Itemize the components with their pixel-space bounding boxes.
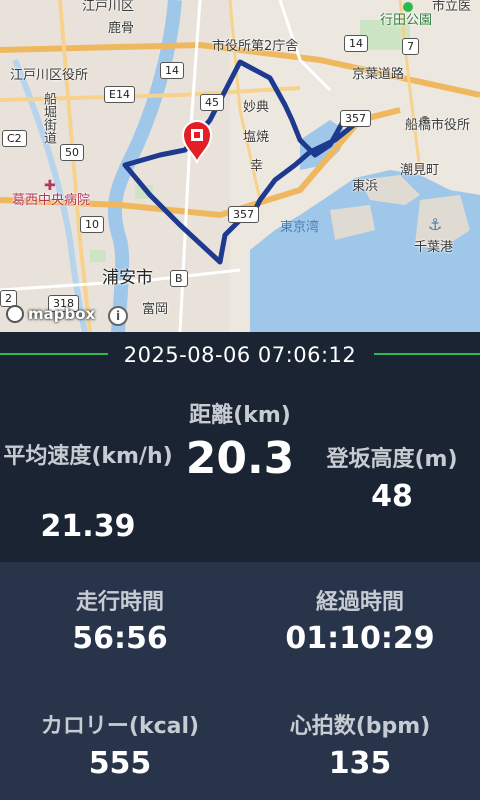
datetime-bar: 2025-08-06 07:06:12 — [0, 333, 480, 379]
distance-label: 距離(km) — [189, 403, 291, 428]
road-shield: 7 — [402, 38, 419, 55]
map-label: 潮見町 — [400, 163, 440, 178]
map-label: 市役所第2庁舎 — [212, 39, 299, 54]
road-shield: E14 — [104, 86, 135, 103]
road-shield: C2 — [2, 130, 27, 147]
map-label: 京葉道路 — [352, 67, 405, 82]
workout-datetime: 2025-08-06 07:06:12 — [123, 343, 357, 367]
map-label: 東浜 — [352, 179, 379, 194]
mapbox-text: mapbox — [28, 305, 96, 323]
elevation-value: 48 — [371, 479, 413, 514]
calories-label: カロリー(kcal) — [40, 714, 200, 739]
summary-panel: 距離(km) 20.3 平均速度(km/h) 21.39 登坂高度(m) 48 — [0, 379, 480, 562]
moving-time-value: 56:56 — [72, 621, 168, 656]
map-label: 市立医 — [432, 0, 472, 14]
road-shield: 357 — [228, 206, 259, 223]
elapsed-time-value: 01:10:29 — [285, 621, 435, 656]
road-shield: 14 — [160, 62, 184, 79]
map-label: 塩焼 — [243, 130, 270, 145]
road-shield: 14 — [344, 35, 368, 52]
map-label: 富岡 — [142, 302, 169, 317]
mapbox-attribution[interactable]: mapbox — [6, 305, 95, 323]
moving-time-label: 走行時間 — [75, 590, 164, 615]
road-shield: B — [170, 270, 188, 287]
map-label: 幸 — [250, 159, 264, 174]
info-icon[interactable]: i — [108, 306, 128, 326]
heart-rate-value: 135 — [328, 746, 392, 781]
distance-value: 20.3 — [185, 433, 295, 484]
road-shield: 10 — [80, 216, 104, 233]
map-label: 船堀街道 — [41, 92, 56, 144]
road-shield: 50 — [60, 144, 84, 161]
route-map[interactable]: ⚓ ✚ 江戸川区 鹿骨 市役所第2庁舎 江戸川区役所 行田公園 京葉道路 船堀街… — [0, 0, 480, 332]
elevation-label: 登坂高度(m) — [326, 447, 458, 472]
details-panel: 走行時間 56:56 経過時間 01:10:29 カロリー(kcal) 555 … — [0, 562, 480, 800]
calories-value: 555 — [88, 746, 152, 781]
map-label: 行田公園 — [380, 13, 433, 28]
map-label: 千葉港 — [414, 240, 454, 255]
road-shield: 45 — [200, 94, 224, 111]
map-label: 船橋市役所 — [405, 118, 471, 133]
avg-speed-label: 平均速度(km/h) — [3, 444, 173, 469]
road-shield: 357 — [340, 110, 371, 127]
elapsed-time-label: 経過時間 — [315, 590, 404, 615]
map-label: 葛西中央病院 — [12, 193, 91, 208]
svg-text:⚓: ⚓ — [428, 215, 442, 234]
map-label: 江戸川区 — [82, 0, 135, 14]
map-label: 東京湾 — [280, 220, 320, 235]
map-label: 江戸川区役所 — [10, 68, 89, 83]
svg-text:✚: ✚ — [44, 178, 56, 194]
heart-rate-label: 心拍数(bpm) — [289, 714, 431, 739]
mapbox-logo-icon — [6, 305, 24, 323]
map-label: 浦安市 — [102, 268, 153, 288]
map-label: 妙典 — [243, 100, 270, 115]
avg-speed-value: 21.39 — [40, 509, 136, 544]
map-label: 鹿骨 — [108, 21, 135, 36]
